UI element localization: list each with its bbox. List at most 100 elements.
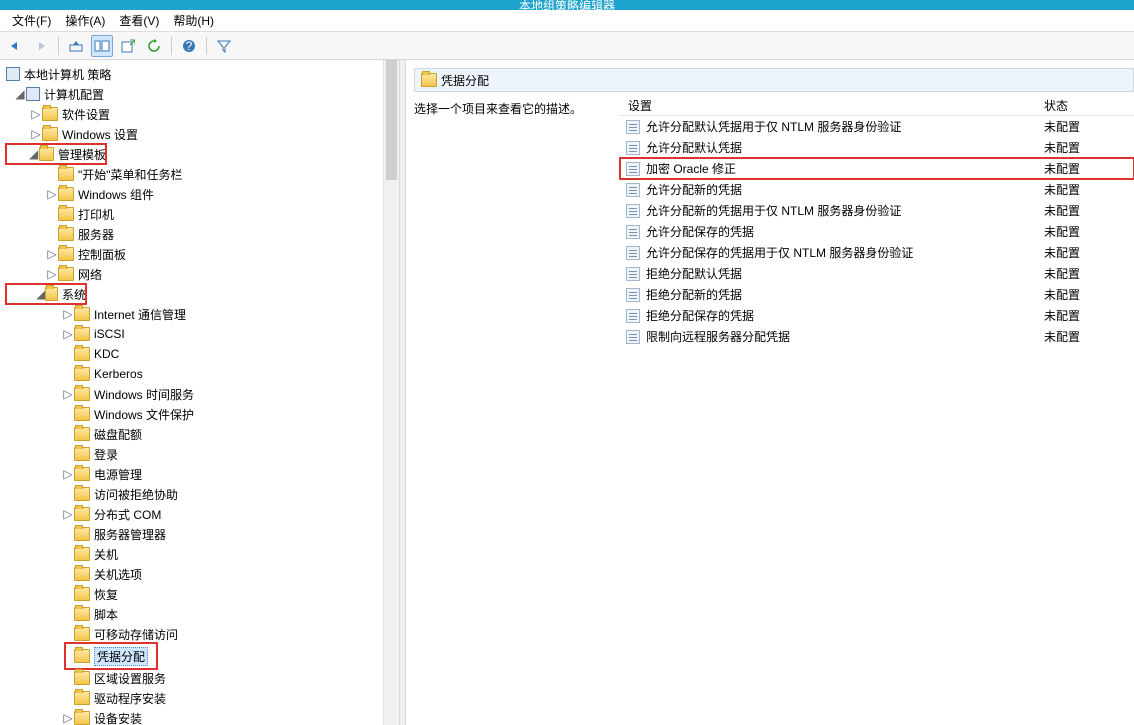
tree-server[interactable]: 服务器 xyxy=(6,224,399,244)
tree-admin-templates[interactable]: ◢管理模板 xyxy=(6,144,106,164)
tree-access-denied[interactable]: 访问被拒绝协助 xyxy=(6,484,399,504)
scrollbar-thumb[interactable] xyxy=(386,60,397,180)
tree-shutdown[interactable]: 关机 xyxy=(6,544,399,564)
window-title: 本地组策略编辑器 xyxy=(519,0,615,10)
export-button[interactable] xyxy=(117,35,139,57)
tree-power[interactable]: ▷电源管理 xyxy=(6,464,399,484)
tree-printers[interactable]: 打印机 xyxy=(6,204,399,224)
tree-internet-comm[interactable]: ▷Internet 通信管理 xyxy=(6,304,399,324)
menu-help[interactable]: 帮助(H) xyxy=(167,10,220,31)
folder-icon xyxy=(74,327,90,341)
collapse-icon[interactable]: ◢ xyxy=(36,287,45,301)
tree-software[interactable]: ▷软件设置 xyxy=(6,104,399,124)
tree-logon[interactable]: 登录 xyxy=(6,444,399,464)
folder-icon xyxy=(58,227,74,241)
folder-icon xyxy=(39,147,54,161)
tree-network[interactable]: ▷网络 xyxy=(6,264,399,284)
expand-icon[interactable]: ▷ xyxy=(46,267,58,281)
tree-dcom[interactable]: ▷分布式 COM xyxy=(6,504,399,524)
expand-icon[interactable]: ▷ xyxy=(62,507,74,521)
tree-device-install[interactable]: ▷设备安装 xyxy=(6,708,399,725)
policy-state: 未配置 xyxy=(1044,223,1134,240)
tree-root[interactable]: 本地计算机 策略 xyxy=(6,64,399,84)
expand-icon[interactable]: ▷ xyxy=(62,327,74,341)
tree-shutdown-opt[interactable]: 关机选项 xyxy=(6,564,399,584)
expand-icon[interactable]: ▷ xyxy=(62,467,74,481)
expand-icon[interactable]: ▷ xyxy=(46,247,58,261)
folder-icon xyxy=(74,507,90,521)
tree-win-file-protect[interactable]: Windows 文件保护 xyxy=(6,404,399,424)
policy-state: 未配置 xyxy=(1044,139,1134,156)
tree-disk-quota[interactable]: 磁盘配额 xyxy=(6,424,399,444)
policy-icon xyxy=(626,183,640,197)
policy-name: 允许分配保存的凭据用于仅 NTLM 服务器身份验证 xyxy=(646,244,913,261)
tree-win-time[interactable]: ▷Windows 时间服务 xyxy=(6,384,399,404)
tree-server-mgr[interactable]: 服务器管理器 xyxy=(6,524,399,544)
tree-kerberos[interactable]: Kerberos xyxy=(6,364,399,384)
tree-control-panel[interactable]: ▷控制面板 xyxy=(6,244,399,264)
tree-win-components[interactable]: ▷Windows 组件 xyxy=(6,184,399,204)
policy-row[interactable]: 加密 Oracle 修正未配置 xyxy=(620,158,1134,179)
collapse-icon[interactable]: ◢ xyxy=(28,147,39,161)
policy-state: 未配置 xyxy=(1044,202,1134,219)
policy-icon xyxy=(626,162,640,176)
folder-icon xyxy=(45,287,58,301)
folder-icon xyxy=(74,427,90,441)
expand-icon[interactable]: ▷ xyxy=(30,107,42,121)
col-state[interactable]: 状态 xyxy=(1044,97,1134,114)
tree-iscsi[interactable]: ▷iSCSI xyxy=(6,324,399,344)
show-hide-tree-button[interactable] xyxy=(91,35,113,57)
folder-icon xyxy=(42,107,58,121)
policy-row[interactable]: 允许分配新的凭据用于仅 NTLM 服务器身份验证 未配置 xyxy=(620,200,1134,221)
menu-view[interactable]: 查看(V) xyxy=(113,10,165,31)
tree-scrollbar[interactable] xyxy=(383,60,399,725)
tree-regional[interactable]: 区域设置服务 xyxy=(6,668,399,688)
details-pane: 凭据分配 选择一个项目来查看它的描述。 设置 状态 允许分配默认凭据用于仅 NT… xyxy=(406,60,1134,725)
tree-kdc[interactable]: KDC xyxy=(6,344,399,364)
folder-icon xyxy=(74,691,90,705)
folder-icon xyxy=(74,649,90,663)
folder-icon xyxy=(74,527,90,541)
policy-row[interactable]: 允许分配默认凭据 未配置 xyxy=(620,137,1134,158)
folder-icon xyxy=(74,711,90,725)
tree-driver-install[interactable]: 驱动程序安装 xyxy=(6,688,399,708)
menu-file[interactable]: 文件(F) xyxy=(6,10,57,31)
policy-row[interactable]: 允许分配默认凭据用于仅 NTLM 服务器身份验证未配置 xyxy=(620,116,1134,137)
tree-computer-config[interactable]: ◢计算机配置 xyxy=(6,84,399,104)
tree-start-menu[interactable]: "开始"菜单和任务栏 xyxy=(6,164,399,184)
tree-scripts[interactable]: 脚本 xyxy=(6,604,399,624)
forward-button[interactable] xyxy=(30,35,52,57)
policy-row[interactable]: 限制向远程服务器分配凭据未配置 xyxy=(620,326,1134,347)
expand-icon[interactable]: ▷ xyxy=(30,127,42,141)
refresh-button[interactable] xyxy=(143,35,165,57)
policy-row[interactable]: 允许分配保存的凭据未配置 xyxy=(620,221,1134,242)
policy-list: 设置 状态 允许分配默认凭据用于仅 NTLM 服务器身份验证未配置允许分配默认凭… xyxy=(620,96,1134,725)
expand-icon[interactable]: ▷ xyxy=(62,307,74,321)
tree-recovery[interactable]: 恢复 xyxy=(6,584,399,604)
policy-row[interactable]: 允许分配保存的凭据用于仅 NTLM 服务器身份验证未配置 xyxy=(620,242,1134,263)
policy-row[interactable]: 拒绝分配保存的凭据未配置 xyxy=(620,305,1134,326)
menu-action[interactable]: 操作(A) xyxy=(59,10,111,31)
details-header: 凭据分配 xyxy=(414,68,1134,92)
help-button[interactable]: ? xyxy=(178,35,200,57)
tree-cred-deleg[interactable]: 凭据分配 xyxy=(66,644,156,668)
collapse-icon[interactable]: ◢ xyxy=(14,87,26,101)
folder-icon xyxy=(74,347,90,361)
policy-name: 允许分配新的凭据 xyxy=(646,181,742,198)
expand-icon[interactable]: ▷ xyxy=(62,387,74,401)
policy-row[interactable]: 允许分配新的凭据未配置 xyxy=(620,179,1134,200)
tree-windows-settings[interactable]: ▷Windows 设置 xyxy=(6,124,399,144)
expand-icon[interactable]: ▷ xyxy=(46,187,58,201)
expand-icon[interactable]: ▷ xyxy=(62,711,74,725)
tree-system[interactable]: ◢系统 xyxy=(6,284,86,304)
filter-button[interactable] xyxy=(213,35,235,57)
col-setting[interactable]: 设置 xyxy=(620,97,1044,114)
up-button[interactable] xyxy=(65,35,87,57)
policy-row[interactable]: 拒绝分配默认凭据未配置 xyxy=(620,263,1134,284)
policy-name: 允许分配新的凭据用于仅 NTLM 服务器身份验证 xyxy=(646,202,901,219)
policy-row[interactable]: 拒绝分配新的凭据未配置 xyxy=(620,284,1134,305)
policy-icon xyxy=(626,120,640,134)
policy-name: 允许分配默认凭据 xyxy=(646,139,742,156)
tree-removable[interactable]: 可移动存储访问 xyxy=(6,624,399,644)
back-button[interactable] xyxy=(4,35,26,57)
